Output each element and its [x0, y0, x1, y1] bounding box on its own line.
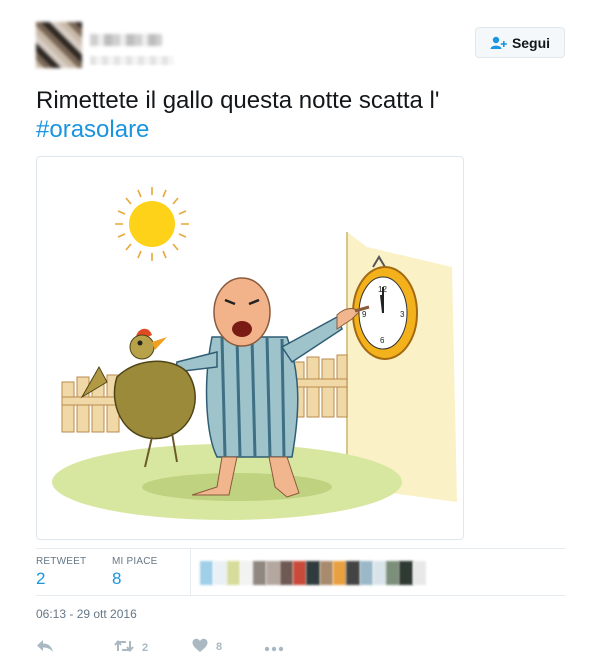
- add-user-icon: [490, 36, 508, 50]
- hashtag-link[interactable]: #orasolare: [36, 116, 149, 143]
- tweet-timestamp[interactable]: 06:13 - 29 ott 2016: [36, 607, 137, 621]
- user-handle-blurred[interactable]: [90, 56, 174, 65]
- follow-button[interactable]: Segui: [475, 27, 565, 58]
- follow-label: Segui: [511, 34, 551, 51]
- like-stat-label: MI PIACE: [112, 556, 158, 567]
- retweet-button[interactable]: 2: [114, 638, 148, 657]
- tweet-actions: 2 8: [36, 638, 336, 656]
- tweet-header: Segui: [36, 22, 566, 72]
- avatar[interactable]: [36, 22, 82, 68]
- tweet-body: Rimettete il gallo questa notte scatta l…: [36, 87, 440, 114]
- retweet-stat-count: 2: [36, 569, 46, 588]
- reply-icon: [36, 638, 54, 657]
- liker-avatars-blurred[interactable]: [200, 561, 427, 585]
- more-button[interactable]: [264, 643, 284, 655]
- user-name-blurred[interactable]: [90, 34, 162, 46]
- like-stat[interactable]: MI PIACE 8: [112, 556, 158, 589]
- heart-icon: [192, 638, 208, 656]
- reply-button[interactable]: [36, 638, 54, 657]
- stats-divider: [190, 549, 191, 595]
- svg-text:3: 3: [400, 310, 405, 319]
- svg-text:6: 6: [380, 336, 385, 345]
- sun-icon: [115, 187, 189, 261]
- cartoon-illustration: 12 3 6 9: [52, 187, 457, 520]
- retweet-stat[interactable]: RETWEET 2: [36, 556, 86, 589]
- like-count: 8: [216, 641, 223, 653]
- more-icon: [264, 643, 284, 655]
- tweet-stats: RETWEET 2 MI PIACE 8: [36, 548, 566, 596]
- retweet-stat-label: RETWEET: [36, 556, 87, 567]
- svg-text:12: 12: [378, 285, 387, 294]
- like-button[interactable]: 8: [192, 638, 222, 656]
- tweet-text: Rimettete il gallo questa notte scatta l…: [36, 86, 556, 144]
- retweet-count: 2: [142, 641, 149, 654]
- retweet-icon: [114, 638, 134, 657]
- like-stat-count: 8: [112, 569, 122, 588]
- tweet-image[interactable]: 12 3 6 9: [36, 156, 464, 540]
- svg-text:9: 9: [362, 310, 367, 319]
